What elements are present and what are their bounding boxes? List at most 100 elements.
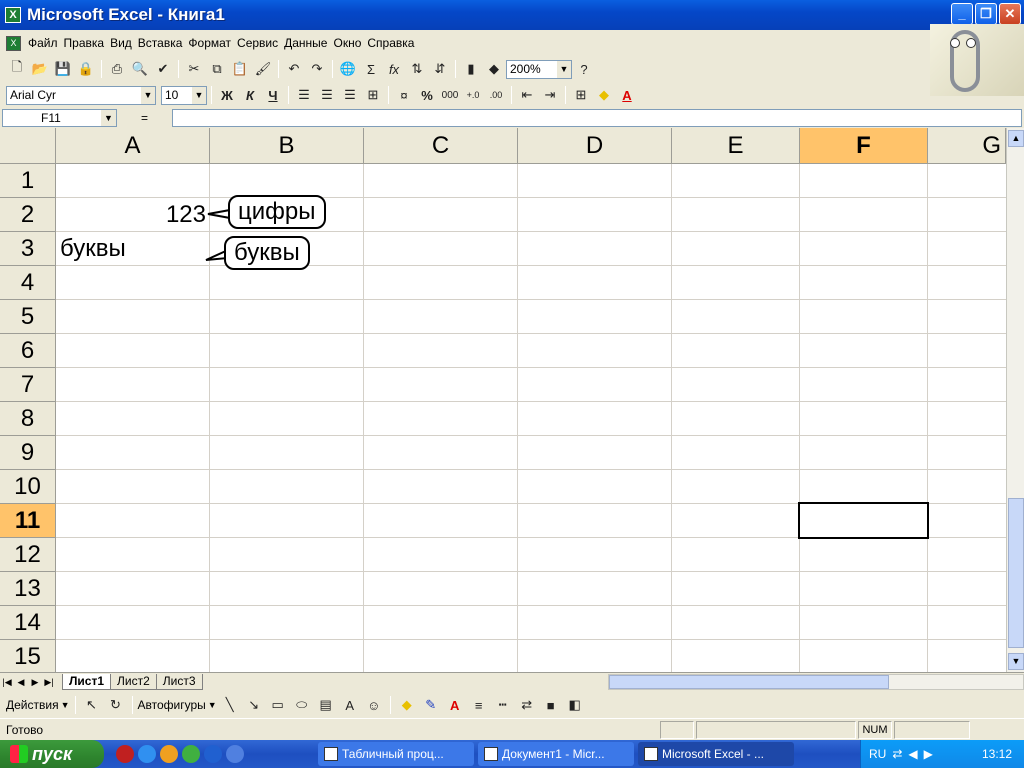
- language-indicator[interactable]: RU: [869, 747, 886, 761]
- column-header-g[interactable]: G: [928, 128, 1006, 164]
- textbox-icon[interactable]: ▤: [315, 694, 337, 716]
- prev-sheet-icon[interactable]: ◀: [14, 674, 28, 690]
- row-header-1[interactable]: 1: [0, 164, 56, 198]
- start-button[interactable]: пуск: [0, 740, 104, 768]
- chart-wizard-icon[interactable]: ▮: [460, 58, 482, 80]
- paste-icon[interactable]: 📋: [229, 58, 251, 80]
- align-center-icon[interactable]: ☰: [316, 84, 338, 106]
- row-header-6[interactable]: 6: [0, 334, 56, 368]
- print-icon[interactable]: ⎙: [106, 58, 128, 80]
- callout-letters[interactable]: буквы: [224, 236, 310, 270]
- office-assistant[interactable]: [930, 24, 1024, 96]
- menu-edit[interactable]: Правка: [61, 36, 108, 50]
- fill-color-icon[interactable]: ◆: [396, 694, 418, 716]
- vertical-scrollbar[interactable]: ▲ ▼: [1006, 128, 1024, 672]
- align-right-icon[interactable]: ☰: [339, 84, 361, 106]
- underline-button[interactable]: Ч: [262, 84, 284, 106]
- borders-icon[interactable]: ⊞: [570, 84, 592, 106]
- row-header-5[interactable]: 5: [0, 300, 56, 334]
- worksheet-grid[interactable]: A B C D E F G 1 2 3 4 5 6 7 8 9 10 11 12…: [0, 128, 1024, 672]
- autoshapes-menu[interactable]: Автофигуры: [138, 698, 206, 712]
- redo-icon[interactable]: ↷: [306, 58, 328, 80]
- line-icon[interactable]: ╲: [219, 694, 241, 716]
- fill-color-icon[interactable]: ◆: [593, 84, 615, 106]
- active-cell-f11[interactable]: [798, 502, 929, 539]
- horizontal-scroll-thumb[interactable]: [609, 675, 889, 689]
- formula-input[interactable]: [172, 109, 1022, 127]
- line-color-icon[interactable]: ✎: [420, 694, 442, 716]
- row-header-3[interactable]: 3: [0, 232, 56, 266]
- row-header-10[interactable]: 10: [0, 470, 56, 504]
- row-header-7[interactable]: 7: [0, 368, 56, 402]
- bold-button[interactable]: Ж: [216, 84, 238, 106]
- column-header-d[interactable]: D: [518, 128, 672, 164]
- taskbar-item-excel[interactable]: Microsoft Excel - ...: [638, 742, 794, 766]
- wordart-icon[interactable]: A: [339, 694, 361, 716]
- first-sheet-icon[interactable]: |◀: [0, 674, 14, 690]
- align-left-icon[interactable]: ☰: [293, 84, 315, 106]
- select-all-corner[interactable]: [0, 128, 56, 164]
- cell-b2[interactable]: 123: [140, 198, 206, 232]
- copy-icon[interactable]: ⧉: [206, 58, 228, 80]
- vertical-scroll-thumb[interactable]: [1008, 498, 1024, 648]
- tray-media-icon[interactable]: ▶: [924, 747, 933, 761]
- next-sheet-icon[interactable]: ▶: [28, 674, 42, 690]
- rectangle-icon[interactable]: ▭: [267, 694, 289, 716]
- cut-icon[interactable]: ✂: [183, 58, 205, 80]
- callout-digits[interactable]: цифры: [228, 195, 326, 229]
- format-painter-icon[interactable]: 🖌: [252, 58, 274, 80]
- chevron-down-icon[interactable]: ▼: [208, 700, 217, 710]
- show-desktop-icon[interactable]: [226, 745, 244, 763]
- arrow-icon[interactable]: ↘: [243, 694, 265, 716]
- horizontal-scrollbar[interactable]: [608, 674, 1024, 690]
- clipart-icon[interactable]: ☺: [363, 694, 385, 716]
- row-header-14[interactable]: 14: [0, 606, 56, 640]
- arrow-style-icon[interactable]: ⇄: [516, 694, 538, 716]
- line-style-icon[interactable]: ≡: [468, 694, 490, 716]
- italic-button[interactable]: К: [239, 84, 261, 106]
- sheet-tab-1[interactable]: Лист1: [62, 673, 112, 690]
- spelling-icon[interactable]: ✔: [152, 58, 174, 80]
- column-header-b[interactable]: B: [210, 128, 364, 164]
- media-player-icon[interactable]: [138, 745, 156, 763]
- row-header-11[interactable]: 11: [0, 504, 56, 538]
- hyperlink-icon[interactable]: 🌐: [337, 58, 359, 80]
- permission-icon[interactable]: 🔒: [75, 58, 97, 80]
- autosum-icon[interactable]: Σ: [360, 58, 382, 80]
- internet-explorer-icon[interactable]: [204, 745, 222, 763]
- winamp-icon[interactable]: [160, 745, 178, 763]
- menu-format[interactable]: Формат: [185, 36, 234, 50]
- menu-tools[interactable]: Сервис: [234, 36, 281, 50]
- font-color-icon[interactable]: A: [444, 694, 466, 716]
- menu-window[interactable]: Окно: [330, 36, 364, 50]
- percent-button[interactable]: %: [416, 84, 438, 106]
- column-header-c[interactable]: C: [364, 128, 518, 164]
- draw-actions-menu[interactable]: Действия: [6, 698, 59, 712]
- tray-volume-icon[interactable]: ◀: [908, 747, 917, 761]
- zoom-select[interactable]: 200% ▼: [506, 59, 572, 79]
- select-objects-icon[interactable]: ↖: [81, 694, 103, 716]
- menu-view[interactable]: Вид: [107, 36, 135, 50]
- rotate-icon[interactable]: ↻: [105, 694, 127, 716]
- minimize-button[interactable]: _: [951, 3, 973, 25]
- sheet-tab-2[interactable]: Лист2: [110, 673, 157, 690]
- decrease-indent-icon[interactable]: ⇤: [516, 84, 538, 106]
- save-icon[interactable]: 💾: [52, 58, 74, 80]
- sort-descending-icon[interactable]: ⇵: [429, 58, 451, 80]
- drawing-icon[interactable]: ◆: [483, 58, 505, 80]
- font-select[interactable]: Arial Cyr ▼: [6, 85, 156, 105]
- opera-icon[interactable]: [116, 745, 134, 763]
- restore-button[interactable]: ❐: [975, 3, 997, 25]
- currency-icon[interactable]: ¤: [393, 84, 415, 106]
- close-button[interactable]: ✕: [999, 3, 1021, 25]
- merge-center-icon[interactable]: ⊞: [362, 84, 384, 106]
- workbook-icon[interactable]: X: [6, 35, 21, 51]
- row-header-4[interactable]: 4: [0, 266, 56, 300]
- sheet-tab-3[interactable]: Лист3: [155, 673, 203, 690]
- decrease-decimal-icon[interactable]: .00: [485, 84, 507, 106]
- row-header-12[interactable]: 12: [0, 538, 56, 572]
- increase-decimal-icon[interactable]: +.0: [462, 84, 484, 106]
- menu-insert[interactable]: Вставка: [135, 36, 186, 50]
- row-header-13[interactable]: 13: [0, 572, 56, 606]
- taskbar-item-word-1[interactable]: Табличный проц...: [318, 742, 474, 766]
